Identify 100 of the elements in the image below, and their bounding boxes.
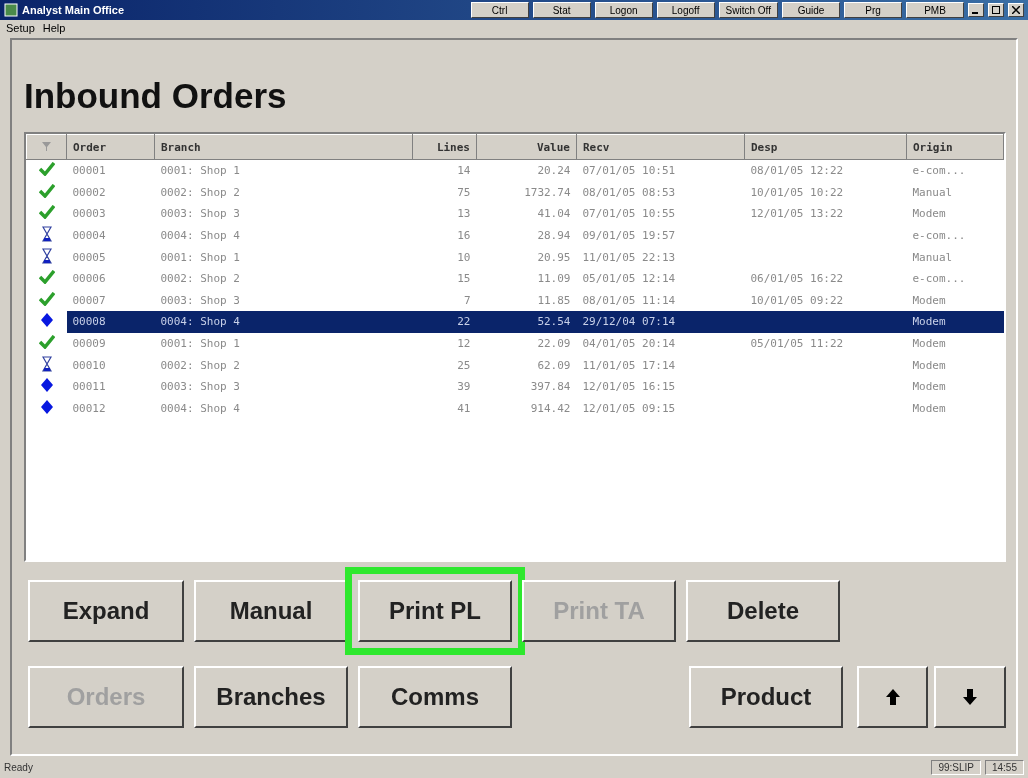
toolbar-button[interactable]: Logoff [656,2,715,18]
table-cell: 20.24 [476,159,577,182]
column-header[interactable]: Lines [412,134,477,160]
table-cell-text: e-com... [911,271,967,288]
status-panel: 14:55 [984,759,1024,775]
table-cell-text: 08/01/05 08:53 [581,184,677,201]
filter-header[interactable] [26,134,67,160]
table-cell-text: 12/01/05 16:15 [581,379,677,396]
action-button[interactable]: Manual [194,580,348,642]
table-cell-text: Manual [911,184,954,201]
check-icon [38,291,55,306]
table-cell: 22 [412,311,477,333]
table-cell: 14 [412,159,477,182]
toolbar-button[interactable]: Guide [782,2,840,18]
table-cell-text: 0004: Shop 4 [159,400,241,417]
table-cell: e-com... [906,159,1004,182]
table-cell-text: 41 [456,400,472,417]
table-cell-text: 0003: Shop 3 [159,206,241,223]
column-header[interactable]: Desp [744,134,907,160]
diamond-icon [39,312,54,329]
table-cell-text: 11/01/05 22:13 [581,249,677,266]
status-panel: 99:SLIP [931,759,981,775]
table-cell-text: 39 [456,379,472,396]
table-cell: 00009 [66,332,155,355]
column-header[interactable]: Branch [154,134,413,160]
action-button[interactable]: Product [688,666,843,728]
maximize-icon [992,6,1000,14]
window-title: Analyst Main Office [22,4,126,16]
table-cell-text: Modem [911,357,947,374]
toolbar-button[interactable]: Prg [844,2,902,18]
column-header[interactable]: Origin [906,134,1004,160]
table-cell: 0004: Shop 4 [154,311,413,333]
table-cell: 52.54 [476,311,577,333]
table-cell-text: 1732.74 [523,184,572,201]
table-cell-text: 25 [456,357,472,374]
table-cell-text: 00011 [71,379,107,396]
table-cell: Modem [906,311,1004,333]
check-icon [38,270,55,285]
table-cell: 04/01/05 20:14 [576,332,745,355]
action-button[interactable]: Delete [686,580,840,642]
toolbar-button[interactable]: PMB [906,2,964,18]
up-arrow-icon [885,689,900,705]
table-cell: 10/01/05 09:22 [744,289,907,312]
hourglass-icon [41,247,52,264]
hourglass-icon [41,355,52,372]
table-cell-text: 11.09 [536,271,572,288]
table-cell-text: 15 [456,271,472,288]
menu-item[interactable]: Setup [6,22,35,34]
table-cell-text: 00010 [71,357,107,374]
status-text: Ready [4,761,34,773]
table-cell-text: 11/01/05 17:14 [581,357,677,374]
action-button[interactable]: Print PL [358,580,512,642]
check-icon [38,335,55,350]
menu-item[interactable]: Help [42,22,66,34]
table-cell-text: 0002: Shop 2 [159,184,241,201]
table-cell: 08/01/05 11:14 [576,289,745,312]
down-arrow-button[interactable] [934,666,1006,728]
table-cell: 05/01/05 11:22 [744,332,907,355]
diamond-icon [39,377,54,394]
table-cell: 07/01/05 10:51 [576,159,745,182]
close-button[interactable] [1008,3,1024,17]
table-cell: 00008 [66,311,155,333]
table-cell-text: Modem [911,400,947,417]
table-cell: Modem [906,332,1004,355]
action-button[interactable]: Comms [358,666,512,728]
table-cell-text: 05/01/05 12:14 [581,271,677,288]
close-icon [1012,6,1020,14]
table-cell-text: 00012 [71,400,107,417]
minimize-button[interactable] [968,3,984,17]
column-header[interactable]: Value [476,134,577,160]
table-cell-text: 0004: Shop 4 [159,228,241,245]
toolbar-button[interactable]: Stat [532,2,591,18]
table-cell: 29/12/04 07:14 [576,311,745,333]
table-cell-text: 00005 [71,249,107,266]
maximize-button[interactable] [988,3,1004,17]
table-cell: 11.85 [476,289,577,312]
table-cell-text: 09/01/05 19:57 [581,228,677,245]
toolbar-button[interactable]: Switch Off [718,2,778,18]
table-cell-text: 07/01/05 10:55 [581,206,677,223]
table-cell-text: 00002 [71,184,107,201]
table-cell: 00007 [66,289,155,312]
check-icon [38,205,55,220]
table-cell-text: Manual [911,249,954,266]
column-header[interactable]: Order [66,134,155,160]
table-cell-text: e-com... [911,228,967,245]
app-icon [4,3,18,17]
table-cell: 7 [412,289,477,312]
table-cell-text: 0001: Shop 1 [159,249,241,266]
diamond-icon [39,398,54,415]
up-arrow-button[interactable] [856,666,929,728]
action-button[interactable]: Branches [194,666,348,728]
table-cell-text: 75 [456,184,472,201]
table-cell-text: 12/01/05 13:22 [749,206,845,223]
down-arrow-icon [963,689,978,705]
action-button[interactable]: Expand [28,580,184,642]
column-header[interactable]: Recv [576,134,745,160]
toolbar-button[interactable]: Ctrl [470,2,529,18]
table-cell-text: 06/01/05 16:22 [749,271,845,288]
toolbar-button[interactable]: Logon [594,2,653,18]
filter-icon [42,141,51,151]
